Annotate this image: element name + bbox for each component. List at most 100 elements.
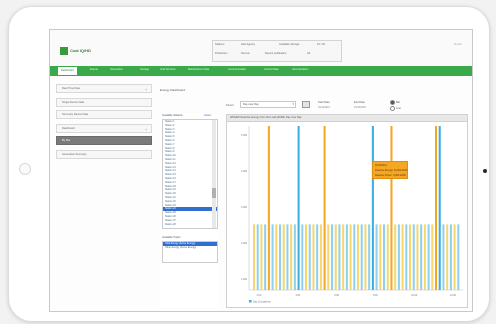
start-date-value: 01/11/2015 bbox=[318, 106, 330, 109]
chart-header: Wh/kWh Reactive Energy from the Load (kV… bbox=[227, 115, 467, 122]
legend-label: Day Comparison bbox=[253, 300, 271, 303]
sidebar-item-generation-summary[interactable]: Generation Summary bbox=[56, 150, 152, 159]
published-label: Recent publication bbox=[265, 52, 287, 55]
bar-yellow bbox=[305, 224, 308, 290]
bar-lightblue bbox=[360, 224, 363, 290]
topics-list[interactable]: Total Energy (Active Energy) Other Energy… bbox=[162, 241, 218, 263]
home-button[interactable] bbox=[19, 163, 31, 175]
tab-generation[interactable]: Generation bbox=[110, 68, 123, 71]
tab-maintenance-data[interactable]: Maintenance Data bbox=[188, 68, 209, 71]
view-option-bar[interactable]: Bar bbox=[390, 100, 400, 105]
tab-storage[interactable]: Storage bbox=[140, 68, 149, 71]
station-list-item[interactable]: Station 28 bbox=[163, 223, 217, 227]
x-tick-label: 4:00 bbox=[295, 294, 300, 297]
stations-header: Available Stations bbox=[162, 114, 183, 117]
bar-lightblue bbox=[345, 224, 348, 290]
tab-administration[interactable]: Administration bbox=[292, 68, 308, 71]
bar-blue bbox=[371, 126, 374, 290]
bar-yellow bbox=[357, 224, 360, 290]
available-label: Available Storage bbox=[279, 43, 300, 46]
published-value: 4/1 bbox=[307, 52, 311, 55]
bar-lightblue bbox=[264, 224, 267, 290]
available-value: 10 / 30 bbox=[317, 43, 325, 46]
chart-panel: Wh/kWh Reactive Energy from the Load (kV… bbox=[226, 114, 468, 308]
bar-yellow bbox=[409, 224, 412, 290]
legend-swatch bbox=[249, 300, 252, 303]
bar-orange bbox=[323, 126, 326, 290]
sidebar-item-by-site[interactable]: By Site bbox=[56, 136, 152, 145]
bar-lightblue bbox=[279, 224, 282, 290]
end-date-value: 01/15/2015 bbox=[354, 106, 366, 109]
scrollbar-thumb[interactable] bbox=[212, 188, 216, 198]
bar-lightblue bbox=[449, 224, 452, 290]
bar-lightblue bbox=[427, 224, 430, 290]
bar-lightblue bbox=[286, 224, 289, 290]
header-email-link[interactable]: Email bbox=[454, 42, 462, 46]
stations-select-link[interactable]: Select bbox=[204, 114, 211, 117]
tooltip-line: Reactive Power: 4,000 kVAR bbox=[375, 174, 406, 177]
bar-orange bbox=[267, 126, 270, 290]
view-option-line[interactable]: Line bbox=[390, 106, 401, 111]
tablet-frame: Coal IQ/HD Stations Harl Agency Availabl… bbox=[8, 6, 490, 322]
tab-control-data[interactable]: Control Data bbox=[264, 68, 279, 71]
sidebar-item-label: Single Device Data bbox=[62, 101, 85, 104]
bar-lightblue bbox=[457, 224, 460, 290]
x-tick-label: 12:00 bbox=[450, 294, 457, 297]
sidebar-item-label: By Site bbox=[62, 139, 71, 142]
bar-lightblue bbox=[316, 224, 319, 290]
bar-yellow bbox=[401, 224, 404, 290]
tab-dashboard[interactable]: Dashboard bbox=[58, 67, 77, 75]
tab-events[interactable]: Events bbox=[90, 68, 98, 71]
sidebar-item-summary-device-data[interactable]: Summary Device Data bbox=[56, 110, 152, 119]
period-select[interactable]: Day over Day ▾ bbox=[240, 101, 296, 108]
bar-yellow bbox=[290, 224, 293, 290]
period-label: Period bbox=[226, 104, 234, 107]
tab-communication[interactable]: Communication bbox=[228, 68, 246, 71]
chart-tooltip: 11/26/2014 Reactive Energy: 10,000 kVAh … bbox=[372, 161, 408, 179]
sidebar-item-real-time-data[interactable]: Real Time Data ⌄ bbox=[56, 84, 152, 93]
end-date-label: End Date bbox=[354, 101, 365, 104]
bar-lightblue bbox=[308, 224, 311, 290]
energy-chart: 5,000 4,000 3,000 2,000 1,000 2:00 4:00 6:00 8:0… bbox=[241, 126, 463, 303]
sidebar-item-single-device-data[interactable]: Single Device Data bbox=[56, 98, 152, 107]
start-date-label: Start Date bbox=[318, 101, 330, 104]
bar-yellow bbox=[394, 224, 397, 290]
station-value[interactable]: Harl Agency bbox=[241, 43, 255, 46]
bar-yellow bbox=[327, 224, 330, 290]
bar-yellow bbox=[453, 224, 456, 290]
y-tick-label: 2,000 bbox=[241, 242, 248, 245]
production-value: Normal bbox=[241, 52, 250, 55]
bar-lightblue bbox=[353, 224, 356, 290]
stations-scrollbar[interactable] bbox=[212, 120, 216, 228]
stations-list[interactable]: Station 1 Station 2 Station 3 Station 4 Stat… bbox=[162, 119, 218, 229]
topic-list-item[interactable]: Other Energy (Active Energy) bbox=[163, 246, 217, 250]
bar-yellow bbox=[260, 224, 263, 290]
bar-lightblue bbox=[293, 224, 296, 290]
chevron-down-icon: ⌄ bbox=[144, 86, 148, 91]
sidebar-item-dashboard[interactable]: Dashboard ⌄ bbox=[56, 124, 152, 133]
calendar-button[interactable] bbox=[302, 101, 310, 108]
bar-orange bbox=[435, 126, 438, 290]
y-tick-label: 1,000 bbox=[241, 278, 248, 281]
bar-lightblue bbox=[271, 224, 274, 290]
bar-yellow bbox=[416, 224, 419, 290]
station-panel: Stations Harl Agency Available Storage 1… bbox=[212, 40, 342, 62]
tab-grid-services[interactable]: Grid Services bbox=[160, 68, 176, 71]
bar-yellow bbox=[431, 224, 434, 290]
bar-lightblue bbox=[375, 224, 378, 290]
bar-yellow bbox=[342, 224, 345, 290]
sidebar-item-label: Real Time Data bbox=[62, 87, 80, 90]
bar-lightblue bbox=[256, 224, 259, 290]
bar-yellow bbox=[253, 224, 256, 290]
bar-yellow bbox=[364, 224, 367, 290]
sidebar-item-label: Generation Summary bbox=[62, 153, 87, 156]
page-title: Energy Dashboard bbox=[160, 88, 186, 92]
bar-lightblue bbox=[405, 224, 408, 290]
app-screen: Coal IQ/HD Stations Harl Agency Availabl… bbox=[49, 29, 473, 312]
y-tick-label: 3,000 bbox=[241, 206, 248, 209]
period-value: Day over Day bbox=[243, 103, 259, 106]
app-name: Coal IQ/HD bbox=[70, 48, 91, 53]
bar-yellow bbox=[446, 224, 449, 290]
bar-yellow bbox=[379, 224, 382, 290]
radio-icon bbox=[390, 106, 395, 111]
